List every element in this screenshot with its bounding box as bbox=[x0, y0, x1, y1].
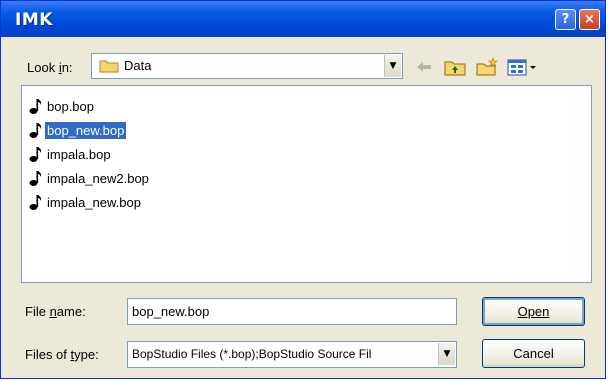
music-file-icon bbox=[29, 123, 42, 138]
file-item[interactable]: impala_new.bop bbox=[29, 192, 143, 212]
file-item[interactable]: impala_new2.bop bbox=[29, 168, 151, 188]
views-menu-icon[interactable] bbox=[507, 57, 541, 77]
new-folder-icon[interactable] bbox=[475, 57, 499, 77]
title-bar[interactable]: IMK ? × bbox=[1, 1, 605, 37]
folder-icon bbox=[99, 60, 119, 73]
cancel-button[interactable]: Cancel bbox=[482, 339, 585, 368]
back-arrow-icon[interactable] bbox=[413, 57, 435, 77]
music-file-icon bbox=[29, 147, 42, 162]
file-name: bop.bop bbox=[47, 98, 94, 114]
window-title: IMK bbox=[15, 10, 53, 30]
open-button-label: Open bbox=[517, 304, 550, 319]
file-type-dropdown[interactable]: BopStudio Files (*.bop);BopStudio Source… bbox=[127, 341, 457, 368]
look-in-label: Look in: bbox=[27, 60, 73, 75]
file-name: impala_new.bop bbox=[47, 194, 141, 210]
close-button[interactable]: × bbox=[579, 9, 600, 30]
file-type-arrow-button[interactable]: ▼ bbox=[438, 343, 455, 365]
file-item-selected[interactable]: bop_new.bop bbox=[29, 120, 127, 140]
file-name-label: File name: bbox=[25, 304, 86, 319]
open-file-dialog: IMK ? × Look in: Data ▼ bop.bop bop_new.… bbox=[0, 0, 606, 379]
look-in-arrow-button[interactable]: ▼ bbox=[384, 55, 401, 77]
help-button[interactable]: ? bbox=[555, 9, 576, 30]
file-item[interactable]: impala.bop bbox=[29, 144, 113, 164]
file-name-input[interactable] bbox=[127, 298, 457, 325]
file-list[interactable]: bop.bop bop_new.bop impala.bop impala_ne… bbox=[21, 85, 592, 283]
music-file-icon bbox=[29, 195, 42, 210]
file-name: impala.bop bbox=[47, 146, 111, 162]
look-in-value: Data bbox=[124, 58, 152, 73]
music-file-icon bbox=[29, 171, 42, 186]
file-name: impala_new2.bop bbox=[47, 170, 149, 186]
music-file-icon bbox=[29, 99, 42, 114]
file-type-label: Files of type: bbox=[25, 347, 99, 362]
file-type-value: BopStudio Files (*.bop);BopStudio Source… bbox=[132, 347, 372, 361]
file-name: bop_new.bop bbox=[45, 121, 127, 139]
look-in-dropdown[interactable]: Data ▼ bbox=[91, 53, 403, 79]
open-button[interactable]: Open bbox=[482, 297, 585, 326]
file-item[interactable]: bop.bop bbox=[29, 96, 96, 116]
up-folder-icon[interactable] bbox=[443, 57, 467, 77]
